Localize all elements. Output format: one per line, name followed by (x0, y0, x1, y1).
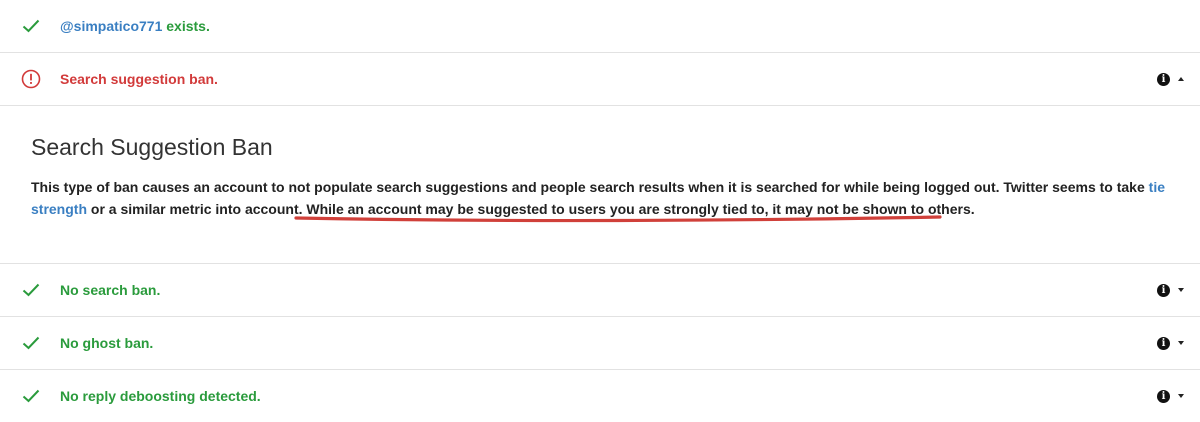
row-controls: i (1157, 72, 1184, 86)
status-label-search-ban: No search ban. (60, 282, 161, 298)
info-icon[interactable]: i (1157, 389, 1170, 403)
row-controls: i (1157, 336, 1184, 350)
alert-circle-icon (20, 68, 42, 90)
status-row-reply-deboosting[interactable]: No reply deboosting detected. i (0, 370, 1200, 422)
status-label-suggestion-ban: Search suggestion ban. (60, 71, 218, 87)
checkmark-icon (20, 15, 42, 37)
caret-down-icon[interactable] (1178, 288, 1184, 292)
row-controls: i (1157, 283, 1184, 297)
row-controls: i (1157, 389, 1184, 403)
status-label-reply-deboosting: No reply deboosting detected. (60, 388, 261, 404)
checkmark-icon (20, 332, 42, 354)
exists-suffix: exists. (162, 18, 210, 34)
suggestion-ban-detail-panel: Search Suggestion Ban This type of ban c… (0, 106, 1200, 264)
detail-title: Search Suggestion Ban (31, 134, 273, 160)
info-icon[interactable]: i (1157, 336, 1170, 350)
status-row-ghost-ban[interactable]: No ghost ban. i (0, 317, 1200, 370)
status-label-ghost-ban: No ghost ban. (60, 335, 154, 351)
info-icon[interactable]: i (1157, 283, 1170, 297)
status-row-search-ban[interactable]: No search ban. i (0, 264, 1200, 317)
checkmark-icon (20, 385, 42, 407)
detail-text-part2: or a similar metric into account. (87, 201, 307, 217)
status-row-exists: @simpatico771 exists. (0, 0, 1200, 53)
checkmark-icon (20, 279, 42, 301)
detail-text-part1: This type of ban causes an account to no… (31, 179, 1149, 195)
account-handle-link[interactable]: @simpatico771 (60, 18, 162, 34)
status-row-suggestion-ban[interactable]: Search suggestion ban. i (0, 53, 1200, 106)
caret-up-icon[interactable] (1178, 77, 1184, 81)
annotation-underline (294, 215, 942, 223)
info-icon[interactable]: i (1157, 72, 1170, 86)
caret-down-icon[interactable] (1178, 394, 1184, 398)
caret-down-icon[interactable] (1178, 341, 1184, 345)
status-label-exists: @simpatico771 exists. (60, 18, 210, 34)
